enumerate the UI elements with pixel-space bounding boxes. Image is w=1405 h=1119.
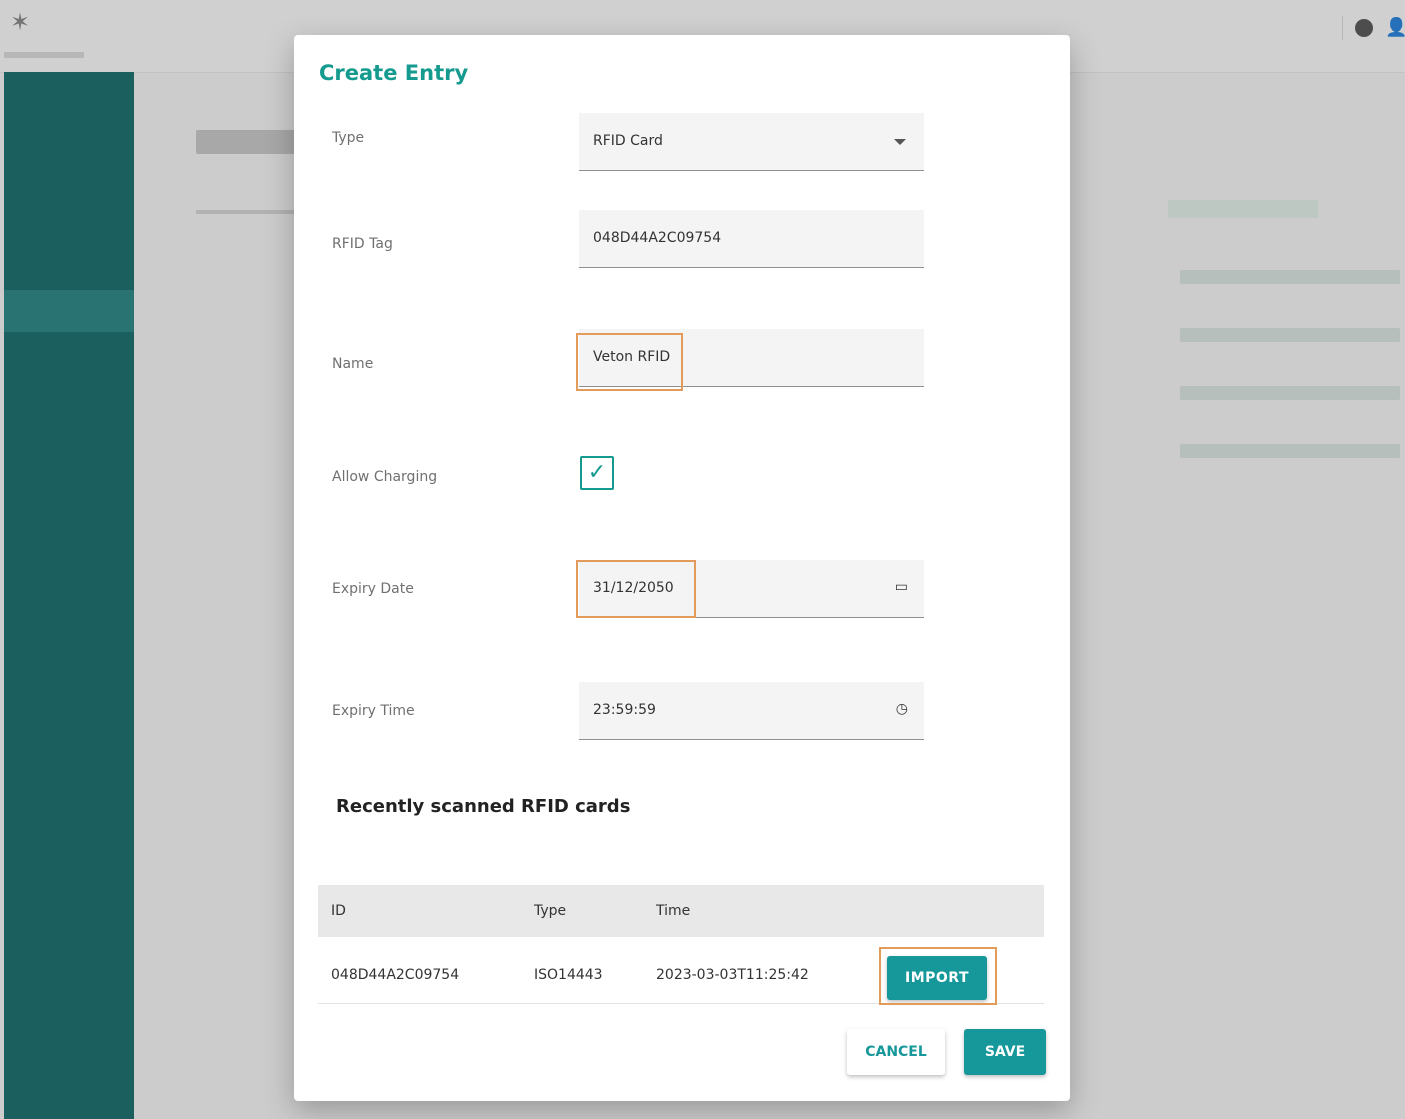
column-header-type: Type: [534, 903, 567, 919]
type-select-value: RFID Card: [593, 133, 663, 149]
allow-charging-checkbox[interactable]: ✓: [580, 456, 614, 490]
check-icon: ✓: [587, 460, 607, 485]
expiry-time-input[interactable]: 23:59:59 ◷: [579, 682, 924, 740]
expiry-date-highlight: [576, 560, 696, 618]
calendar-icon[interactable]: ▭: [895, 579, 908, 595]
type-select[interactable]: RFID Card: [579, 113, 924, 171]
caret-down-icon: [894, 139, 906, 145]
allow-charging-label: Allow Charging: [332, 469, 438, 485]
row-type: ISO14443: [534, 967, 603, 983]
recent-cards-table: ID Type Time 048D44A2C09754 ISO14443 202…: [318, 885, 1044, 1005]
expiry-time-label: Expiry Time: [332, 703, 415, 719]
import-highlight: [879, 947, 997, 1005]
column-header-time: Time: [656, 903, 691, 919]
table-row: 048D44A2C09754 ISO14443 2023-03-03T11:25…: [318, 937, 1044, 1005]
table-header: ID Type Time: [318, 885, 1044, 937]
row-time: 2023-03-03T11:25:42: [656, 967, 809, 983]
save-button[interactable]: SAVE: [964, 1029, 1046, 1075]
name-highlight: [576, 333, 683, 391]
rfid-tag-input[interactable]: 048D44A2C09754: [579, 210, 924, 268]
recent-cards-title: Recently scanned RFID cards: [336, 796, 631, 817]
cancel-button[interactable]: CANCEL: [847, 1029, 945, 1075]
expiry-date-label: Expiry Date: [332, 581, 414, 597]
column-header-id: ID: [331, 903, 346, 919]
name-label: Name: [332, 356, 374, 372]
row-id: 048D44A2C09754: [331, 967, 460, 983]
type-label: Type: [332, 130, 365, 146]
create-entry-dialog: Create Entry Type RFID Card RFID Tag 048…: [294, 35, 1070, 1101]
dialog-title: Create Entry: [319, 61, 469, 85]
rfid-tag-label: RFID Tag: [332, 236, 393, 252]
expiry-time-value: 23:59:59: [593, 702, 656, 718]
clock-icon[interactable]: ◷: [896, 701, 908, 717]
rfid-tag-value: 048D44A2C09754: [593, 230, 722, 246]
